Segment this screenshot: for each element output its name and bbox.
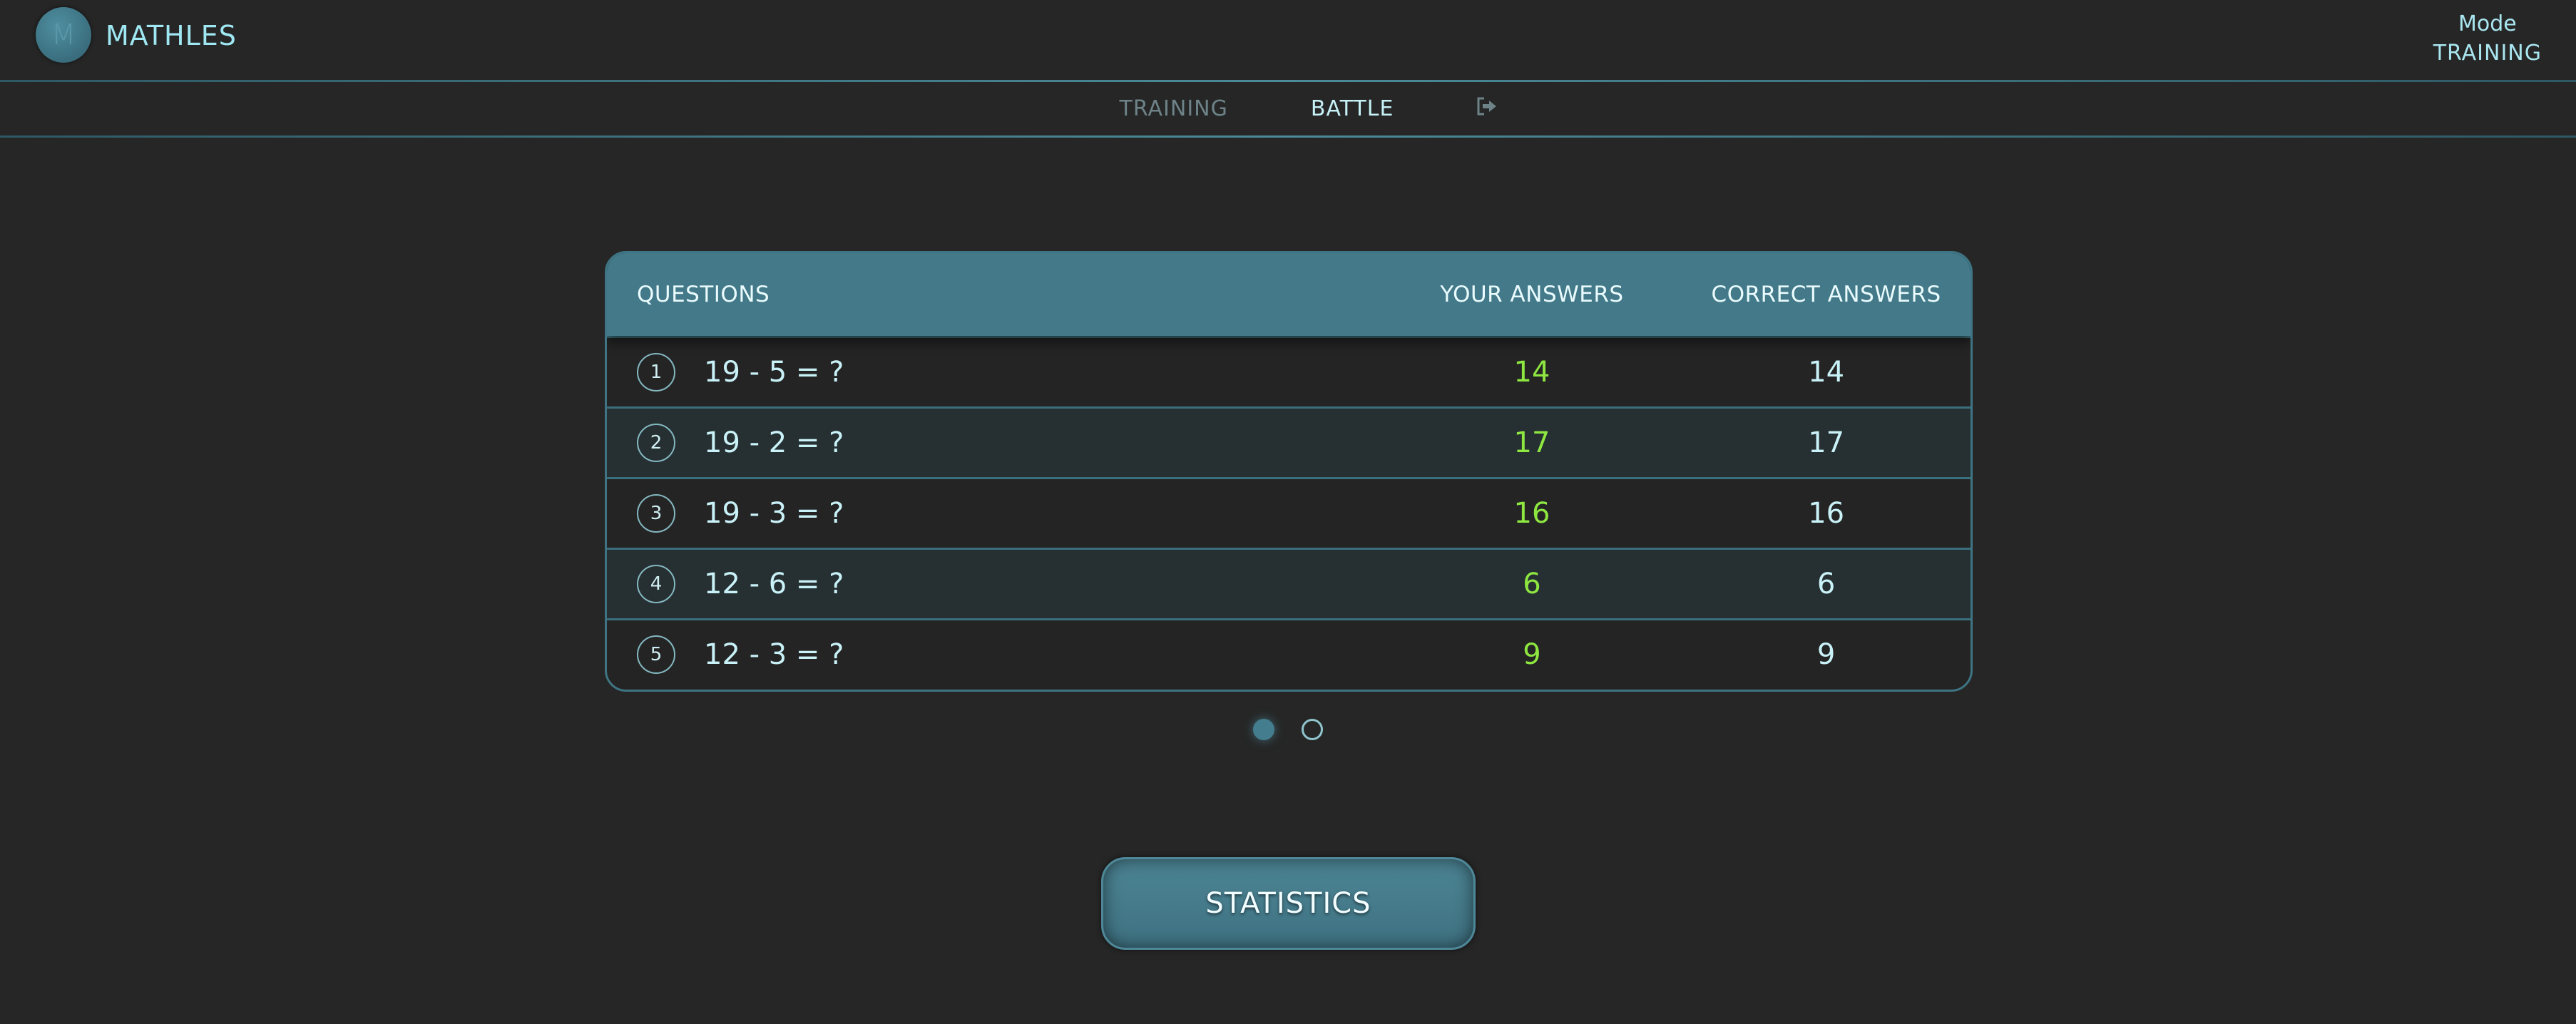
row-number-badge: 4 — [637, 565, 675, 603]
header-your-answers: YOUR ANSWERS — [1440, 282, 1624, 307]
correct-answer: 14 — [1808, 356, 1845, 389]
row-number-badge: 2 — [637, 424, 675, 462]
question-cell: 2 19 - 2 = ? — [607, 424, 1382, 462]
logo-letter: M — [51, 19, 76, 51]
table-row: 4 12 - 6 = ? 6 6 — [607, 548, 1971, 618]
mode-indicator: Mode TRAINING — [2433, 10, 2542, 68]
table-row: 1 19 - 5 = ? 14 14 — [607, 336, 1971, 406]
header-correct-answers: CORRECT ANSWERS — [1711, 282, 1941, 307]
nav-divider — [0, 135, 2576, 138]
row-number-badge: 1 — [637, 353, 675, 391]
table-row: 5 12 - 3 = ? 9 9 — [607, 618, 1971, 689]
app-title[interactable]: MATHLES — [106, 20, 237, 51]
your-answer: 16 — [1513, 497, 1550, 530]
correct-answer: 17 — [1808, 426, 1845, 459]
correct-answer: 16 — [1808, 497, 1845, 530]
question-cell: 4 12 - 6 = ? — [607, 565, 1382, 603]
question-cell: 5 12 - 3 = ? — [607, 635, 1382, 674]
logo-icon[interactable]: M — [36, 7, 91, 63]
sign-out-icon[interactable] — [1476, 96, 1498, 121]
question-cell: 1 19 - 5 = ? — [607, 353, 1382, 391]
statistics-button[interactable]: STATISTICS — [1101, 857, 1476, 950]
row-number-badge: 3 — [637, 494, 675, 533]
mode-label: Mode — [2458, 11, 2517, 36]
table-row: 2 19 - 2 = ? 17 17 — [607, 406, 1971, 477]
your-answer: 6 — [1523, 568, 1541, 600]
table-row: 3 19 - 3 = ? 16 16 — [607, 477, 1971, 548]
question-text: 12 - 6 = ? — [704, 568, 844, 600]
row-number-badge: 5 — [637, 635, 675, 674]
header-questions: QUESTIONS — [637, 282, 770, 307]
correct-answer: 9 — [1816, 638, 1836, 671]
results-table: QUESTIONS YOUR ANSWERS CORRECT ANSWERS 1… — [605, 251, 1973, 692]
main-nav: TRAINING BATTLE — [0, 82, 2576, 135]
table-header: QUESTIONS YOUR ANSWERS CORRECT ANSWERS — [607, 253, 1971, 336]
question-text: 19 - 5 = ? — [704, 356, 844, 389]
correct-answer: 6 — [1816, 568, 1836, 600]
question-text: 19 - 3 = ? — [704, 497, 844, 530]
nav-item-battle[interactable]: BATTLE — [1311, 96, 1394, 121]
your-answer: 14 — [1513, 356, 1550, 389]
question-text: 19 - 2 = ? — [704, 426, 844, 459]
question-text: 12 - 3 = ? — [704, 638, 844, 671]
page-dot-1[interactable] — [1253, 719, 1274, 740]
your-answer: 9 — [1523, 638, 1541, 671]
page-dot-2[interactable] — [1302, 719, 1323, 740]
mode-value: TRAINING — [2433, 41, 2542, 66]
question-cell: 3 19 - 3 = ? — [607, 494, 1382, 533]
pagination — [1253, 719, 1350, 740]
your-answer: 17 — [1513, 426, 1550, 459]
app-header: M MATHLES Mode TRAINING — [0, 0, 2576, 81]
nav-item-training[interactable]: TRAINING — [1120, 96, 1228, 121]
